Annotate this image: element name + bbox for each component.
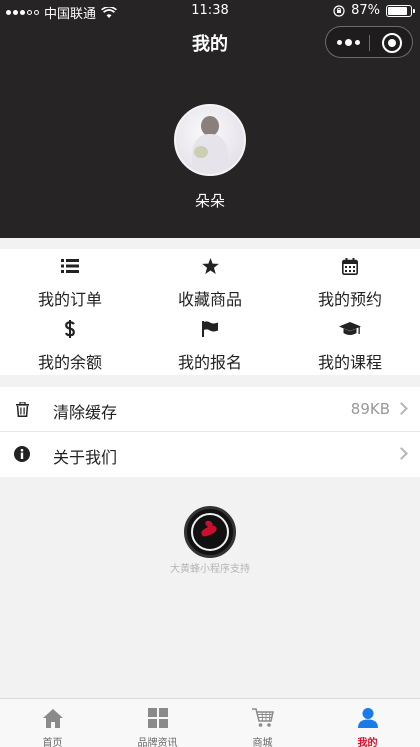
status-right: 87% [333,3,415,18]
list-item-label: 清除缓存 [53,403,118,422]
grid-icon [147,708,168,728]
grid-item-balance[interactable]: 我的余额 [0,312,140,375]
tab-label: 品牌资讯 [137,738,178,747]
dollar-icon [65,320,75,338]
orientation-lock-icon [333,4,345,17]
trash-icon [15,401,29,417]
close-miniprogram-icon[interactable] [382,33,402,53]
tab-mine[interactable]: 我的 [315,699,420,747]
tab-bar: 首页 品牌资讯 商城 我的 [0,698,420,747]
grid-item-label: 我的课程 [317,353,382,372]
grid-item-label: 我的报名 [177,353,242,372]
profile-header: 中国联通 11:38 87% 我的 朵朵 [0,0,420,238]
info-icon [14,446,30,462]
grid-item-orders[interactable]: 我的订单 [0,249,140,312]
hornet-logo-icon [184,506,236,558]
tab-home[interactable]: 首页 [0,699,105,747]
more-icon[interactable] [336,34,360,50]
grid-item-label: 收藏商品 [177,290,242,309]
tab-label: 我的 [357,738,378,747]
tab-brand-news[interactable]: 品牌资讯 [105,699,210,747]
function-grid: 我的订单 收藏商品 我的预约 我的余额 我的报名 我的课程 [0,249,420,375]
capsule-divider [369,35,370,51]
graduation-cap-icon [339,321,361,335]
tab-label: 商城 [252,738,273,747]
grid-item-courses[interactable]: 我的课程 [280,312,420,375]
chevron-right-icon [395,402,408,415]
grid-item-label: 我的预约 [317,290,382,309]
cart-icon [251,708,274,727]
grid-item-label: 我的订单 [37,290,102,309]
status-bar: 中国联通 11:38 87% [0,0,420,22]
list-item-about-us[interactable]: 关于我们 [0,432,420,477]
support-text: 大黄蜂小程序支持 [170,564,250,575]
settings-list: 清除缓存 89KB 关于我们 [0,387,420,477]
calendar-icon [342,257,358,275]
flag-icon [202,321,218,337]
list-item-label: 关于我们 [53,448,118,467]
avatar-head-shape [201,116,219,136]
tab-mall[interactable]: 商城 [210,699,315,747]
star-icon [201,258,219,274]
username: 朵朵 [194,192,225,210]
tab-label: 首页 [42,738,63,747]
battery-icon [386,4,415,17]
grid-item-registrations[interactable]: 我的报名 [140,312,280,375]
grid-item-label: 我的余额 [37,353,102,372]
grid-item-favorites[interactable]: 收藏商品 [140,249,280,312]
user-icon [357,708,378,728]
home-icon [42,708,63,728]
avatar-flower-shape [194,146,208,158]
list-item-clear-cache[interactable]: 清除缓存 89KB [0,387,420,432]
battery-fill [388,6,408,15]
avatar[interactable] [174,104,246,176]
grid-item-appointments[interactable]: 我的预约 [280,249,420,312]
chevron-right-icon [395,447,408,460]
cache-size: 89KB [350,400,390,418]
miniprogram-capsule [325,26,413,58]
battery-percent: 87% [351,3,380,18]
list-icon [61,259,79,273]
